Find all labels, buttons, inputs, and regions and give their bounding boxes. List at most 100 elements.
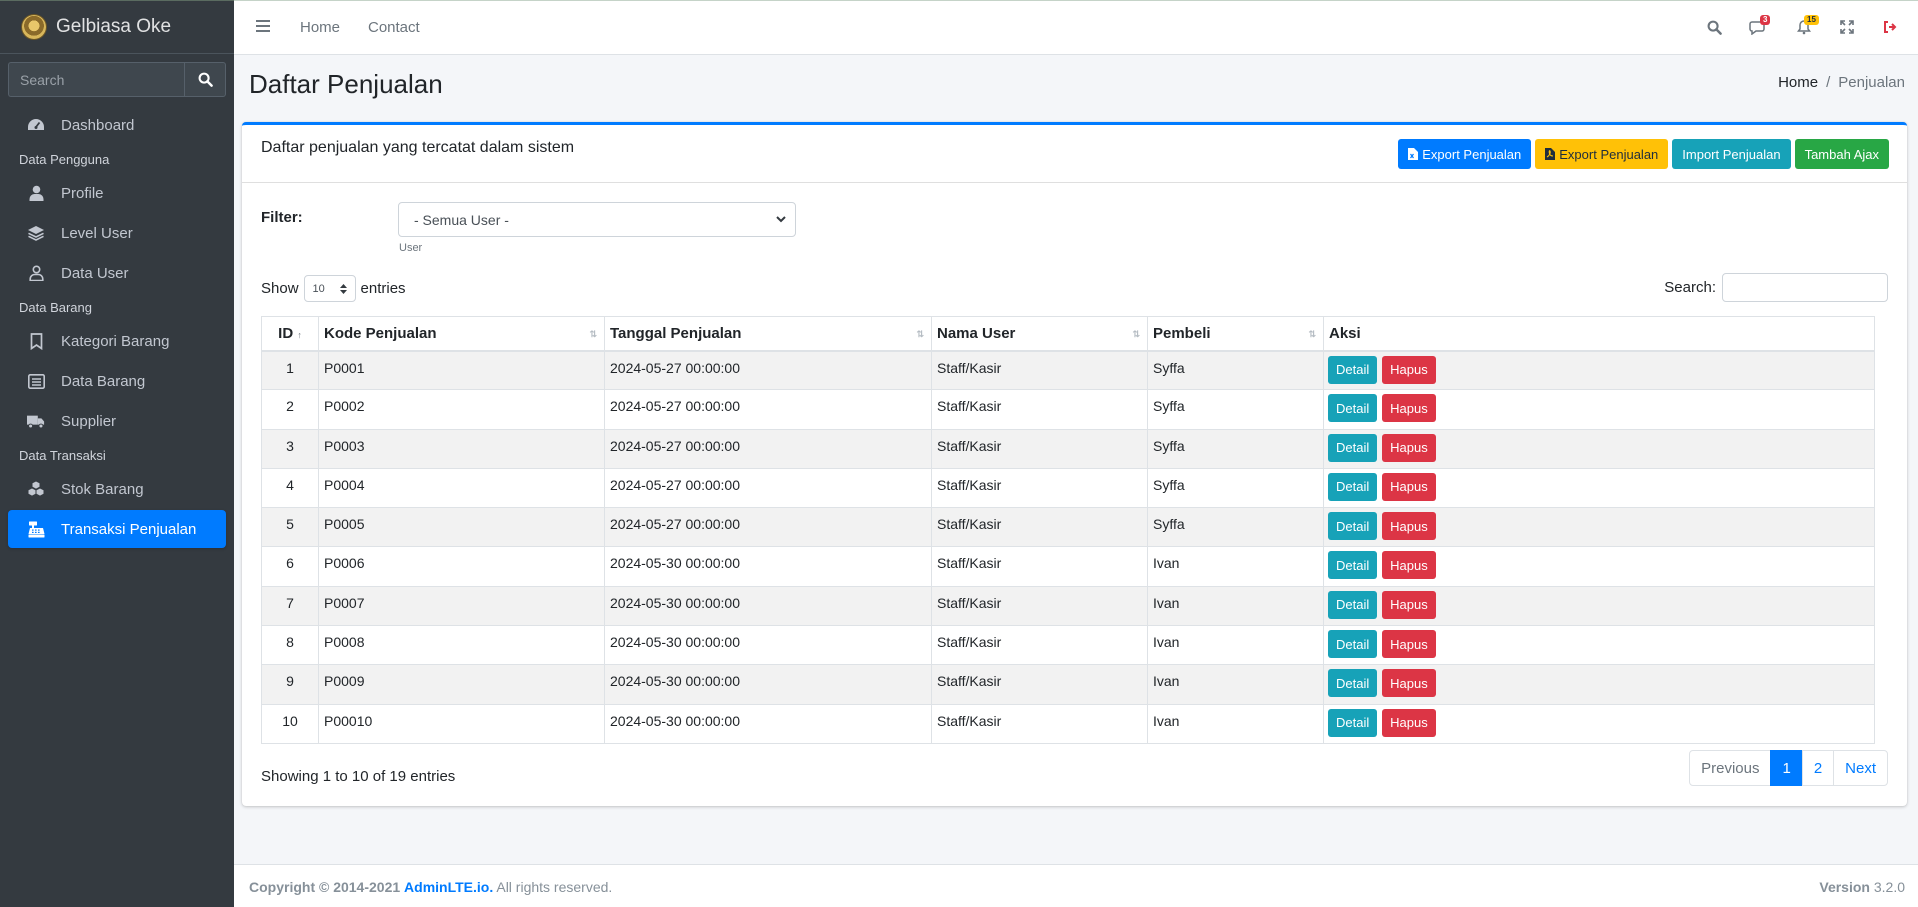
adminlte-link[interactable]: AdminLTE.io. xyxy=(404,879,493,895)
sidebar-item-profile[interactable]: Profile xyxy=(8,174,226,212)
hamburger-menu-icon[interactable] xyxy=(256,18,272,38)
filter-label: Filter: xyxy=(261,209,303,226)
cell-aksi: Detail Hapus xyxy=(1323,664,1875,705)
hapus-button[interactable]: Hapus xyxy=(1382,590,1436,619)
cell-kode-penjualan: P0008 xyxy=(318,625,605,666)
messages-icon[interactable]: 3 xyxy=(1748,15,1771,37)
column-header-pembeli[interactable]: Pembeli ⇅ xyxy=(1147,316,1324,352)
sidebar-item-data-barang[interactable]: Data Barang xyxy=(8,362,226,400)
sidebar-item-transaksi-penjualan[interactable]: Transaksi Penjualan xyxy=(8,510,226,548)
cell-kode-penjualan: P0006 xyxy=(318,546,605,587)
hapus-button[interactable]: Hapus xyxy=(1382,394,1436,423)
sidebar-search-input[interactable] xyxy=(8,62,184,97)
brand-link[interactable]: Gelbiasa Oke xyxy=(0,1,234,54)
cell-aksi: Detail Hapus xyxy=(1323,546,1875,587)
detail-button[interactable]: Detail xyxy=(1328,512,1378,541)
export-pdf-button[interactable]: Export Penjualan xyxy=(1535,139,1669,169)
detail-button[interactable]: Detail xyxy=(1328,630,1378,659)
nav-link-home[interactable]: Home xyxy=(300,19,340,36)
table-row: 8 P0008 2024-05-30 00:00:00 Staff/Kasir Ivan… xyxy=(261,625,1875,666)
page-length-value: 10 xyxy=(312,282,325,295)
sidebar-item-supplier[interactable]: Supplier xyxy=(8,402,226,440)
cell-kode-penjualan: P0005 xyxy=(318,507,605,548)
detail-button[interactable]: Detail xyxy=(1328,394,1378,423)
sidebar-item-label: Data Barang xyxy=(61,372,146,390)
cell-pembeli: Syffa xyxy=(1147,428,1324,469)
tambah-ajax-label: Tambah Ajax xyxy=(1804,146,1879,162)
sidebar-item-kategori-barang[interactable]: Kategori Barang xyxy=(8,322,226,360)
nav-link-contact[interactable]: Contact xyxy=(368,19,420,36)
sidebar-header: Data Pengguna xyxy=(19,151,110,167)
filter-help-text: User xyxy=(399,242,423,254)
breadcrumb-home[interactable]: Home xyxy=(1778,74,1818,91)
cell-tanggal: 2024-05-30 00:00:00 xyxy=(604,664,932,705)
detail-button[interactable]: Detail xyxy=(1328,669,1378,698)
notifications-icon[interactable]: 15 xyxy=(1794,15,1819,37)
hapus-button[interactable]: Hapus xyxy=(1382,630,1436,659)
hapus-button[interactable]: Hapus xyxy=(1382,472,1436,501)
pagination-page-1[interactable]: 1 xyxy=(1770,750,1803,786)
detail-button[interactable]: Detail xyxy=(1328,472,1378,501)
user-filter-select[interactable]: - Semua User - xyxy=(398,202,796,237)
cell-id: 9 xyxy=(261,664,319,705)
breadcrumb: Home / Penjualan xyxy=(1778,74,1905,91)
show-label: Show xyxy=(261,280,299,297)
detail-button[interactable]: Detail xyxy=(1328,355,1378,384)
detail-button[interactable]: Detail xyxy=(1328,551,1378,580)
column-header-aksi: Aksi xyxy=(1323,316,1875,352)
sidebar-item-label: Transaksi Penjualan xyxy=(61,520,197,538)
table-search-input[interactable] xyxy=(1722,273,1888,302)
cell-aksi: Detail Hapus xyxy=(1323,507,1875,548)
cell-tanggal: 2024-05-27 00:00:00 xyxy=(604,507,932,548)
user-filter-value: - Semua User - xyxy=(414,211,509,228)
column-header-tanggal[interactable]: Tanggal Penjualan ⇅ xyxy=(604,316,932,352)
tambah-ajax-button[interactable]: Tambah Ajax xyxy=(1794,139,1889,169)
export-excel-button[interactable]: Export Penjualan xyxy=(1398,139,1532,169)
cell-nama-user: Staff/Kasir xyxy=(931,703,1148,744)
hapus-button[interactable]: Hapus xyxy=(1382,512,1436,541)
sidebar-item-data-user[interactable]: Data User xyxy=(8,254,226,292)
sidebar-item-stok-barang[interactable]: Stok Barang xyxy=(8,470,226,508)
cell-pembeli: Syffa xyxy=(1147,507,1324,548)
cell-id: 3 xyxy=(261,428,319,469)
cell-tanggal: 2024-05-27 00:00:00 xyxy=(604,349,932,391)
column-header-nama-user[interactable]: Nama User ⇅ xyxy=(931,316,1148,352)
table-info: Showing 1 to 10 of 19 entries xyxy=(261,768,456,785)
cell-nama-user: Staff/Kasir xyxy=(931,389,1148,430)
notifications-badge: 15 xyxy=(1804,15,1819,25)
list-icon xyxy=(27,372,45,390)
fullscreen-icon[interactable] xyxy=(1837,17,1857,37)
updown-icon xyxy=(339,284,347,294)
detail-button[interactable]: Detail xyxy=(1328,590,1378,619)
pagination-next[interactable]: Next xyxy=(1833,750,1888,786)
logout-icon[interactable] xyxy=(1880,17,1900,37)
cell-pembeli: Ivan xyxy=(1147,585,1324,627)
sidebar-item-dashboard[interactable]: Dashboard xyxy=(8,106,226,144)
cell-kode-penjualan: P00010 xyxy=(318,703,605,744)
user-outline-icon xyxy=(27,264,45,282)
brand-logo-icon xyxy=(22,15,46,39)
hapus-button[interactable]: Hapus xyxy=(1382,669,1436,698)
bookmark-icon xyxy=(27,332,45,350)
pagination-page-2[interactable]: 2 xyxy=(1801,750,1835,786)
sidebar-search-button[interactable] xyxy=(184,62,226,97)
dashboard-icon xyxy=(27,116,45,134)
page-length-select[interactable]: 10 xyxy=(303,275,356,302)
sidebar-item-label: Data User xyxy=(61,264,129,282)
column-header-id[interactable]: ID ↑ xyxy=(261,316,319,352)
column-header-kode[interactable]: Kode Penjualan ⇅ xyxy=(318,316,605,352)
detail-button[interactable]: Detail xyxy=(1328,433,1378,462)
import-button[interactable]: Import Penjualan xyxy=(1672,139,1791,169)
cell-kode-penjualan: P0003 xyxy=(318,428,605,469)
hapus-button[interactable]: Hapus xyxy=(1382,551,1436,580)
sidebar-item-level-user[interactable]: Level User xyxy=(8,214,226,252)
pagination-previous[interactable]: Previous xyxy=(1689,750,1772,786)
cell-pembeli: Syffa xyxy=(1147,349,1324,391)
hapus-button[interactable]: Hapus xyxy=(1382,355,1436,384)
hapus-button[interactable]: Hapus xyxy=(1382,708,1436,737)
detail-button[interactable]: Detail xyxy=(1328,708,1378,737)
sidebar-nav: Dashboard Data Pengguna Profile Level User D… xyxy=(0,106,234,548)
hapus-button[interactable]: Hapus xyxy=(1382,433,1436,462)
navbar-search-icon[interactable] xyxy=(1704,17,1724,37)
cell-id: 5 xyxy=(261,507,319,548)
